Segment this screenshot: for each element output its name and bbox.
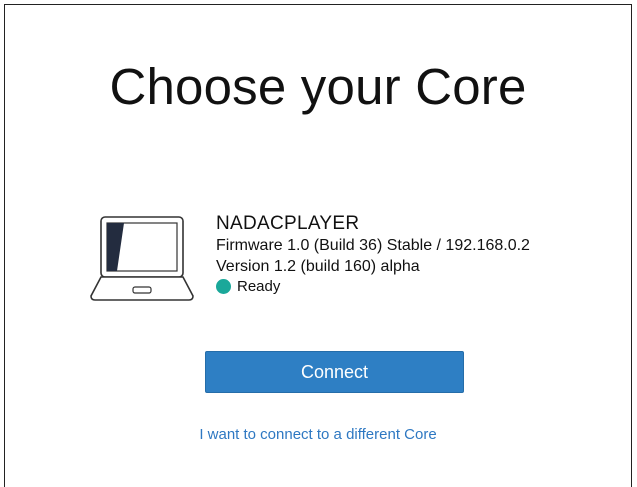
core-name: NADACPLAYER bbox=[216, 213, 360, 234]
core-info: NADACPLAYER Firmware 1.0 (Build 36) Stab… bbox=[216, 212, 530, 295]
choose-core-dialog: Choose your Core NADACPLAYER Firmware 1.… bbox=[4, 4, 632, 487]
page-title: Choose your Core bbox=[109, 58, 527, 115]
status-dot-icon bbox=[216, 279, 231, 294]
connect-different-core-link[interactable]: I want to connect to a different Core bbox=[5, 426, 631, 443]
status-row: Ready bbox=[216, 278, 530, 295]
connect-button[interactable]: Connect bbox=[205, 351, 464, 393]
firmware-info: Firmware 1.0 (Build 36) Stable / 192.168… bbox=[216, 237, 530, 254]
laptop-icon bbox=[90, 216, 194, 301]
version-info: Version 1.2 (build 160) alpha bbox=[216, 258, 420, 275]
status-text: Ready bbox=[237, 278, 281, 295]
